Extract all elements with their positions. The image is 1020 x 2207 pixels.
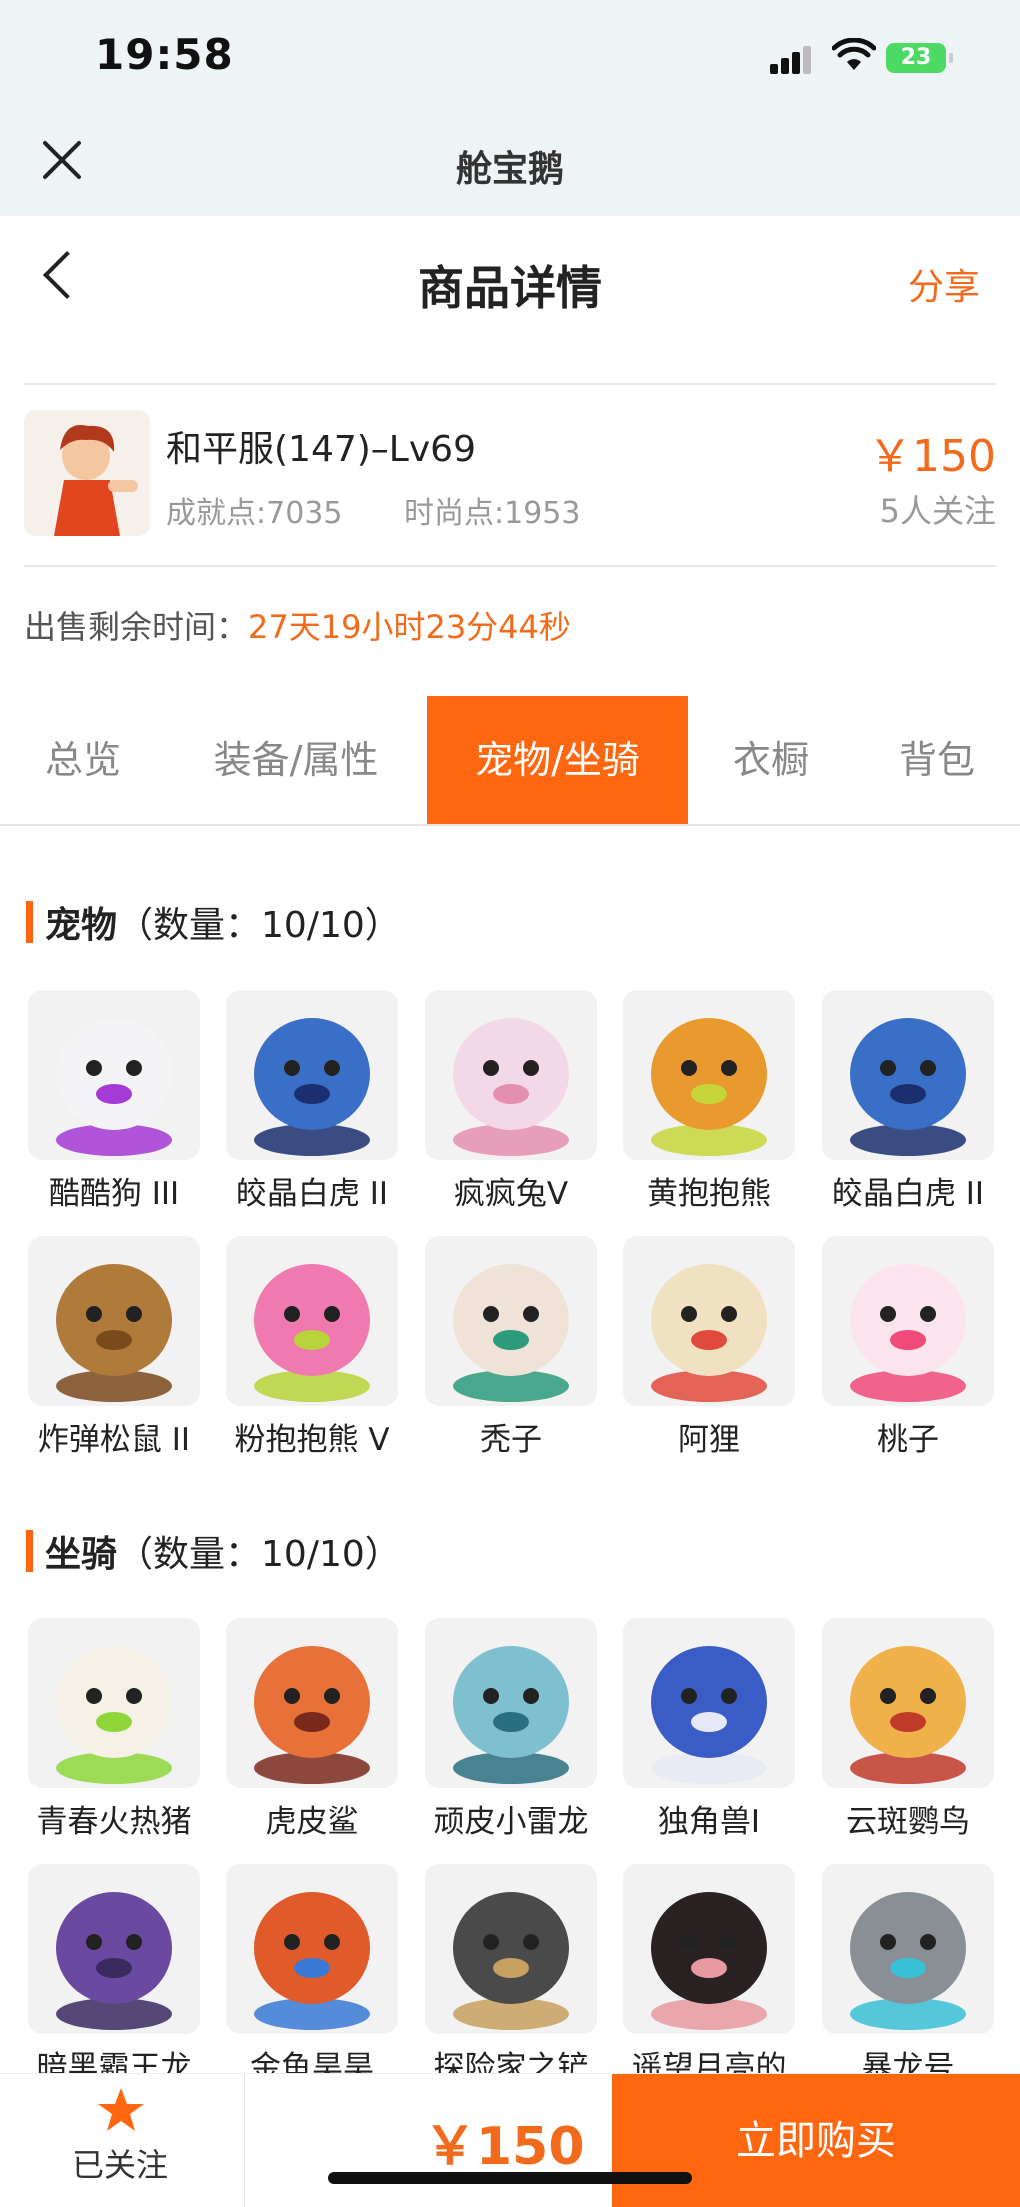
item-card[interactable]	[425, 990, 597, 1160]
item-card[interactable]	[822, 990, 994, 1160]
footer-divider	[244, 2074, 245, 2207]
item-name: 阿狸	[678, 1422, 740, 1458]
item-image	[651, 1892, 767, 2030]
item-card[interactable]	[425, 1236, 597, 1406]
item-card[interactable]	[28, 1618, 200, 1788]
share-button[interactable]: 分享	[908, 258, 980, 310]
tab-backpack[interactable]: 背包	[854, 696, 1020, 824]
page-nav: 商品详情 分享	[0, 216, 1020, 346]
bottom-bar: 已关注 ￥150 立即购买	[0, 2073, 1020, 2207]
item-name: 顽皮小雷龙	[433, 1804, 589, 1840]
status-bar: 19:58 23	[0, 0, 1020, 116]
remaining-value: 27天19小时23分44秒	[248, 608, 571, 646]
item-name: 桃子	[877, 1422, 939, 1458]
item-card[interactable]	[226, 1236, 398, 1406]
divider	[24, 383, 996, 385]
star-icon[interactable]	[96, 2086, 146, 2134]
item-image	[254, 1646, 370, 1784]
section-title: 宠物	[45, 905, 118, 946]
item-image	[651, 1018, 767, 1156]
achievement-points: 成就点:7035	[166, 496, 343, 531]
home-indicator	[328, 2172, 692, 2184]
section-accent-bar	[26, 901, 33, 943]
mini-program-title: 舱宝鹅	[455, 149, 564, 190]
item-card[interactable]	[623, 1618, 795, 1788]
item-card[interactable]	[425, 1618, 597, 1788]
item-image	[651, 1646, 767, 1784]
item-image	[651, 1264, 767, 1402]
divider	[24, 565, 996, 567]
item-image	[254, 1264, 370, 1402]
item-card[interactable]	[226, 1864, 398, 2034]
item-image	[850, 1264, 966, 1402]
item-image	[254, 1892, 370, 2030]
item-name: 炸弹松鼠 II	[37, 1422, 191, 1458]
tab-pets-mounts[interactable]: 宠物/坐骑	[427, 696, 688, 824]
item-card[interactable]	[28, 1236, 200, 1406]
item-card[interactable]	[425, 1864, 597, 2034]
item-card[interactable]	[226, 1618, 398, 1788]
item-name: 酷酷狗 III	[48, 1176, 180, 1212]
item-name: 独角兽I	[657, 1804, 761, 1840]
section-accent-bar	[26, 1530, 33, 1572]
item-card[interactable]	[28, 990, 200, 1160]
item-name: 虎皮鲨	[265, 1804, 359, 1840]
item-image	[254, 1018, 370, 1156]
sale-remaining-time: 出售剩余时间：27天19小时23分44秒	[24, 602, 571, 648]
watcher-count: 5人关注	[879, 492, 996, 530]
tab-equipment[interactable]: 装备/属性	[166, 696, 426, 824]
item-card[interactable]	[226, 990, 398, 1160]
item-card[interactable]	[623, 990, 795, 1160]
pets-section-header: 宠物（数量：10/10）	[26, 896, 401, 948]
item-card[interactable]	[822, 1618, 994, 1788]
product-price: ￥150	[868, 431, 996, 482]
page-title: 商品详情	[418, 261, 602, 315]
tabs-underline	[0, 824, 1020, 826]
server-level: 和平服(147)–Lv69	[166, 429, 476, 470]
remaining-label: 出售剩余时间：	[24, 608, 249, 646]
item-card[interactable]	[623, 1864, 795, 2034]
battery-icon: 23	[886, 43, 953, 73]
item-name: 黄抱抱熊	[647, 1176, 771, 1212]
wifi-icon	[832, 38, 876, 70]
cellular-signal-icon	[770, 44, 811, 74]
item-image	[850, 1646, 966, 1784]
item-image	[56, 1018, 172, 1156]
item-name: 云斑鹦鸟	[846, 1804, 970, 1840]
item-image	[453, 1892, 569, 2030]
tab-overview[interactable]: 总览	[0, 696, 166, 824]
item-name: 疯疯兔V	[453, 1176, 569, 1212]
section-title: 坐骑	[45, 1534, 118, 1575]
item-name: 皎晶白虎 II	[235, 1176, 389, 1212]
item-card[interactable]	[28, 1864, 200, 2034]
mounts-section-header: 坐骑（数量：10/10）	[26, 1525, 401, 1577]
item-image	[850, 1018, 966, 1156]
item-name: 粉抱抱熊 V	[234, 1422, 390, 1458]
item-image	[56, 1892, 172, 2030]
item-card[interactable]	[623, 1236, 795, 1406]
detail-tabs: 总览 装备/属性 宠物/坐骑 衣橱 背包	[0, 696, 1020, 824]
item-image	[56, 1646, 172, 1784]
item-name: 秃子	[480, 1422, 542, 1458]
buy-now-button[interactable]: 立即购买	[612, 2074, 1020, 2207]
section-count: （数量：10/10）	[117, 1534, 401, 1575]
section-count: （数量：10/10）	[117, 905, 401, 946]
item-image	[453, 1646, 569, 1784]
mini-program-header: 舱宝鹅	[0, 116, 1020, 216]
item-name: 青春火热猪	[36, 1804, 192, 1840]
item-image	[56, 1264, 172, 1402]
item-name: 皎晶白虎 II	[831, 1176, 985, 1212]
tab-wardrobe[interactable]: 衣橱	[688, 696, 854, 824]
fashion-points: 时尚点:1953	[404, 496, 581, 531]
character-avatar	[24, 410, 150, 536]
item-image	[453, 1264, 569, 1402]
item-image	[850, 1892, 966, 2030]
item-card[interactable]	[822, 1236, 994, 1406]
favorite-label[interactable]: 已关注	[72, 2140, 168, 2186]
footer-price: ￥150	[424, 2117, 585, 2177]
item-card[interactable]	[822, 1864, 994, 2034]
item-image	[453, 1018, 569, 1156]
status-time: 19:58	[95, 30, 234, 79]
